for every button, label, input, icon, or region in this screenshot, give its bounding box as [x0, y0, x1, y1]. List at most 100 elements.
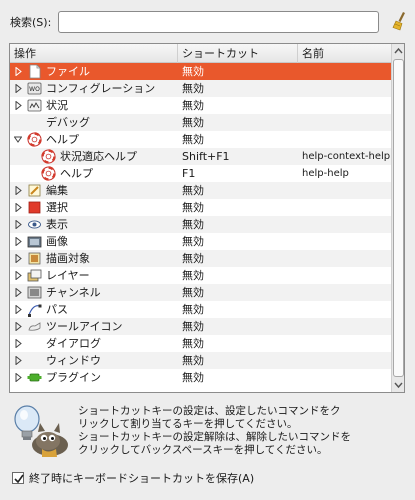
row-shortcut[interactable]: Shift+F1 [182, 148, 230, 165]
tool-icon [28, 322, 41, 331]
row-shortcut[interactable]: 無効 [182, 97, 204, 114]
tree-row[interactable]: ヘルプ F1 help-help [10, 165, 391, 182]
tree-row[interactable]: レイヤー 無効 [10, 267, 391, 284]
hint-line-1: ショートカットキーの設定は、設定したいコマンドをク [78, 405, 341, 417]
row-shortcut[interactable]: 無効 [182, 369, 204, 386]
row-action-label: パス [46, 303, 68, 316]
tree-row[interactable]: ファイル 無効 [10, 63, 391, 80]
expander-collapsed-icon[interactable] [14, 339, 22, 348]
row-action-label: ダイアログ [46, 337, 101, 350]
expander-expanded-icon[interactable] [14, 135, 22, 144]
path-icon [28, 304, 42, 317]
row-shortcut[interactable]: 無効 [182, 63, 204, 80]
row-action-label: デバッグ [46, 116, 90, 129]
row-action-label: 状況適応ヘルプ [60, 150, 137, 163]
row-shortcut[interactable]: 無効 [182, 267, 204, 284]
row-shortcut[interactable]: 無効 [182, 131, 204, 148]
tree-row[interactable]: 画像 無効 [10, 233, 391, 250]
row-shortcut[interactable]: 無効 [182, 250, 204, 267]
row-shortcut[interactable]: 無効 [182, 284, 204, 301]
layer-icon [27, 269, 42, 282]
row-action-label: チャンネル [46, 286, 101, 299]
column-header-name[interactable]: 名前 [298, 44, 391, 63]
tree-row[interactable]: ダイアログ 無効 [10, 335, 391, 352]
row-action-label: ウィンドウ [46, 354, 101, 367]
row-shortcut[interactable]: 無効 [182, 199, 204, 216]
tree-row[interactable]: デバッグ 無効 [10, 114, 391, 131]
row-action-label: ヘルプ [60, 167, 93, 180]
expander-collapsed-icon[interactable] [14, 220, 22, 229]
expander-collapsed-icon[interactable] [14, 101, 22, 110]
search-bar: 検索(S): [10, 10, 406, 34]
expander-collapsed-icon[interactable] [14, 305, 22, 314]
tree-row[interactable]: ウィンドウ 無効 [10, 352, 391, 369]
tree-header: 操作 ショートカット 名前 [10, 44, 391, 63]
row-shortcut[interactable]: 無効 [182, 114, 204, 131]
column-header-action[interactable]: 操作 [10, 44, 178, 63]
scroll-down-icon[interactable] [392, 378, 405, 392]
expander-collapsed-icon[interactable] [14, 373, 22, 382]
row-shortcut[interactable]: F1 [182, 165, 195, 182]
save-on-exit-checkbox[interactable] [12, 472, 24, 484]
expander-collapsed-icon[interactable] [14, 237, 22, 246]
row-action-label: 描画対象 [46, 252, 90, 265]
expander-collapsed-icon[interactable] [14, 288, 22, 297]
tree-row[interactable]: チャンネル 無効 [10, 284, 391, 301]
tree-row[interactable]: 選択 無効 [10, 199, 391, 216]
expander-collapsed-icon[interactable] [14, 84, 22, 93]
clear-search-icon[interactable] [391, 11, 409, 31]
row-action-label: ヘルプ [46, 133, 79, 146]
tree-row[interactable]: ツールアイコン 無効 [10, 318, 391, 335]
vertical-scrollbar[interactable] [391, 44, 405, 392]
row-action-label: レイヤー [46, 269, 90, 282]
row-action-label: ツールアイコン [46, 320, 123, 333]
tree-row[interactable]: 描画対象 無効 [10, 250, 391, 267]
row-shortcut[interactable]: 無効 [182, 216, 204, 233]
help-icon [27, 132, 42, 147]
help-icon [41, 166, 56, 181]
expander-collapsed-icon[interactable] [14, 271, 22, 280]
row-shortcut[interactable]: 無効 [182, 80, 204, 97]
tree-rows: ファイル 無効 WO コンフィグレーション 無効 状況 無効 デバッグ 無効 ヘルプ 無効 状況適応ヘ… [10, 63, 391, 386]
hint-line-2: リックして割り当てるキーを押してください。 [78, 418, 298, 430]
svg-text:WO: WO [29, 86, 40, 93]
scrollbar-thumb[interactable] [393, 59, 404, 377]
drawable-icon [28, 252, 41, 265]
expander-collapsed-icon[interactable] [14, 203, 22, 212]
checkmark-icon [14, 474, 24, 484]
scroll-up-icon[interactable] [392, 44, 405, 58]
tree-row[interactable]: WO コンフィグレーション 無効 [10, 80, 391, 97]
search-input[interactable] [58, 11, 379, 33]
expander-collapsed-icon[interactable] [14, 322, 22, 331]
tree-row[interactable]: 表示 無効 [10, 216, 391, 233]
help-icon [41, 149, 56, 164]
tree-row[interactable]: プラグイン 無効 [10, 369, 391, 386]
row-shortcut[interactable]: 無効 [182, 318, 204, 335]
row-action-label: 選択 [46, 201, 68, 214]
row-action-name: help-context-help [302, 151, 391, 162]
row-shortcut[interactable]: 無効 [182, 352, 204, 369]
tree-row[interactable]: ヘルプ 無効 [10, 131, 391, 148]
row-shortcut[interactable]: 無効 [182, 182, 204, 199]
row-action-label: コンフィグレーション [46, 82, 156, 95]
expander-collapsed-icon[interactable] [14, 186, 22, 195]
image-icon [27, 236, 42, 248]
tree-row[interactable]: パス 無効 [10, 301, 391, 318]
expander-collapsed-icon[interactable] [14, 67, 22, 76]
search-label: 検索(S): [10, 16, 52, 29]
save-on-exit-label: 終了時にキーボードショートカットを保存(A) [29, 472, 255, 485]
row-shortcut[interactable]: 無効 [182, 335, 204, 352]
tree-row[interactable]: 状況 無効 [10, 97, 391, 114]
column-header-shortcut[interactable]: ショートカット [178, 44, 298, 63]
tree-row[interactable]: 状況適応ヘルプ Shift+F1 help-context-help [10, 148, 391, 165]
tree-row[interactable]: 編集 無効 [10, 182, 391, 199]
save-on-exit-option[interactable]: 終了時にキーボードショートカットを保存(A) [12, 470, 254, 486]
row-action-label: ファイル [46, 65, 90, 78]
expander-collapsed-icon[interactable] [14, 254, 22, 263]
row-shortcut[interactable]: 無効 [182, 233, 204, 250]
config-icon: WO [27, 82, 42, 95]
row-shortcut[interactable]: 無効 [182, 301, 204, 318]
row-action-name: help-help [302, 168, 349, 179]
expander-collapsed-icon[interactable] [14, 356, 22, 365]
shortcut-tree: 操作 ショートカット 名前 ファイル 無効 WO コンフィグレーション 無効 状況 無効 デバ… [9, 43, 405, 393]
